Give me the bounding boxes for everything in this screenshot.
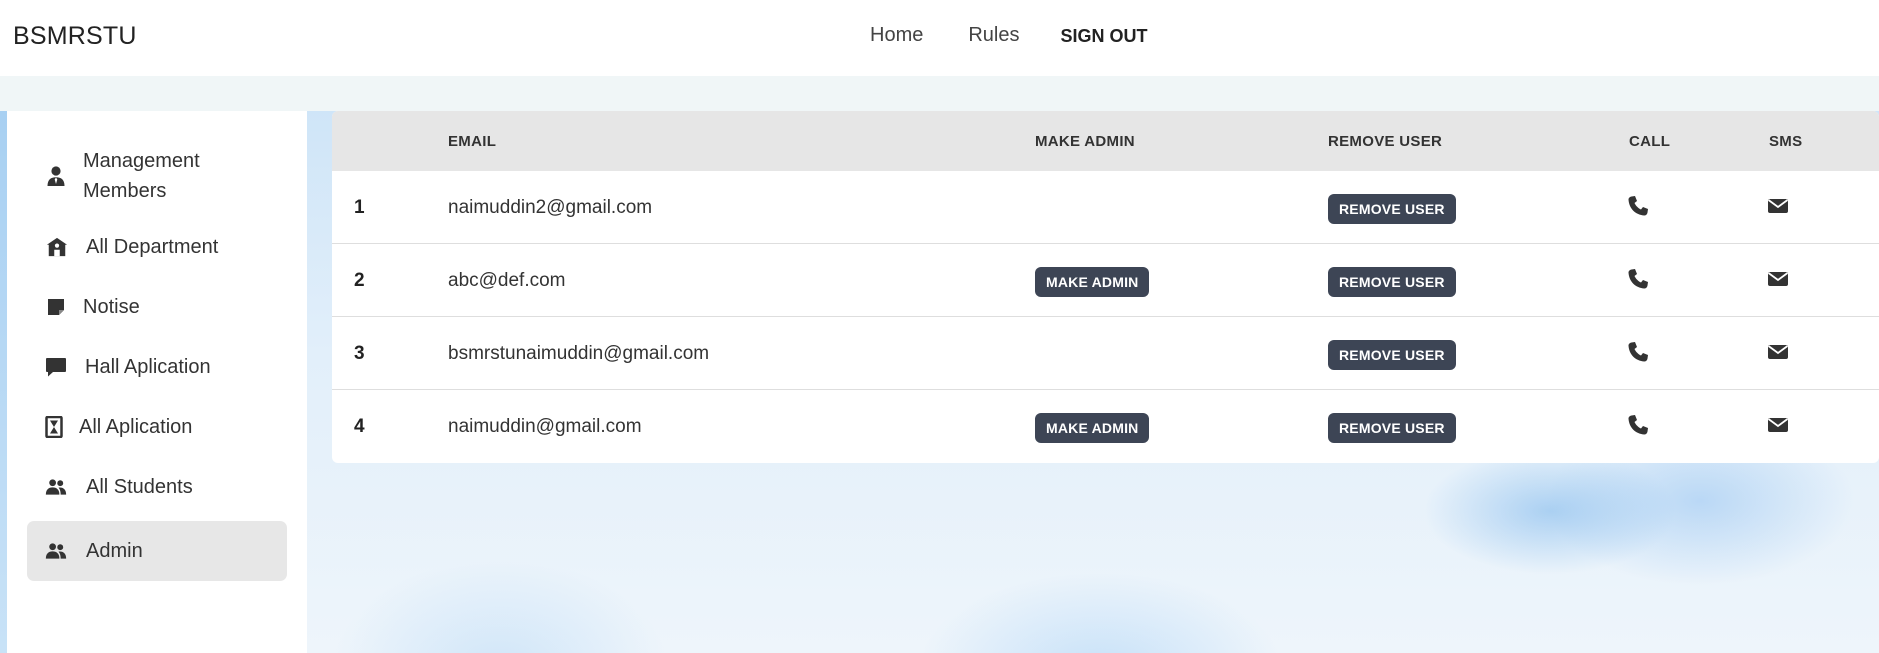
- sidebar-item-label: Management Members: [83, 150, 200, 202]
- sidebar: Management Members All Department Notise…: [7, 111, 307, 653]
- phone-icon[interactable]: [1627, 268, 1651, 292]
- phone-icon[interactable]: [1627, 195, 1651, 219]
- remove-user-button[interactable]: REMOVE USER: [1328, 413, 1456, 443]
- sidebar-item-notise[interactable]: Notise: [27, 292, 287, 322]
- table-header: EMAIL MAKE ADMIN REMOVE USER CALL SMS: [332, 111, 1879, 171]
- envelope-icon[interactable]: [1767, 195, 1791, 219]
- table-row: 3 bsmrstunaimuddin@gmail.com REMOVE USER: [332, 317, 1879, 390]
- sidebar-item-all-students[interactable]: All Students: [27, 472, 287, 502]
- phone-icon[interactable]: [1627, 341, 1651, 365]
- sidebar-item-label: Hall Aplication: [85, 356, 211, 378]
- table-row: 4 naimuddin@gmail.com MAKE ADMIN REMOVE …: [332, 390, 1879, 463]
- row-number: 2: [354, 270, 365, 291]
- users-icon: [45, 476, 67, 498]
- column-header-call: CALL: [1629, 133, 1671, 150]
- make-admin-button[interactable]: MAKE ADMIN: [1035, 267, 1150, 297]
- row-number: 1: [354, 197, 365, 218]
- row-email: bsmrstunaimuddin@gmail.com: [448, 343, 710, 364]
- brand-logo[interactable]: BSMRSTU: [13, 22, 137, 51]
- users-table: EMAIL MAKE ADMIN REMOVE USER CALL SMS 1 …: [332, 111, 1879, 463]
- remove-user-button[interactable]: REMOVE USER: [1328, 340, 1456, 370]
- phone-icon[interactable]: [1627, 414, 1651, 438]
- sidebar-item-label: All Students: [86, 476, 193, 498]
- sign-out-link[interactable]: SIGN OUT: [1061, 24, 1148, 47]
- sidebar-item-all-aplication[interactable]: All Aplication: [27, 412, 287, 442]
- sidebar-item-label: All Aplication: [79, 416, 193, 438]
- column-header-remove-user: REMOVE USER: [1328, 133, 1443, 150]
- remove-user-button[interactable]: REMOVE USER: [1328, 267, 1456, 297]
- column-header-email: EMAIL: [448, 133, 497, 150]
- school-icon: [46, 236, 68, 258]
- sidebar-item-label: Notise: [83, 296, 140, 318]
- nav-links: Home Rules SIGN OUT: [870, 24, 1148, 47]
- top-navbar: BSMRSTU Home Rules SIGN OUT: [0, 0, 1879, 76]
- remove-user-button[interactable]: REMOVE USER: [1328, 194, 1456, 224]
- row-email: naimuddin2@gmail.com: [448, 197, 653, 218]
- user-tie-icon: [45, 165, 67, 187]
- envelope-icon[interactable]: [1767, 268, 1791, 292]
- sub-header-bar: [0, 76, 1879, 111]
- sidebar-item-hall-aplication[interactable]: Hall Aplication: [27, 352, 287, 382]
- users-icon: [45, 540, 67, 562]
- table-row: 1 naimuddin2@gmail.com REMOVE USER: [332, 171, 1879, 244]
- envelope-icon[interactable]: [1767, 414, 1791, 438]
- row-number: 3: [354, 343, 365, 364]
- comment-icon: [45, 356, 67, 378]
- sidebar-item-label: Admin: [86, 540, 143, 562]
- row-email: naimuddin@gmail.com: [448, 416, 642, 437]
- column-header-sms: SMS: [1769, 133, 1803, 150]
- row-email: abc@def.com: [448, 270, 566, 291]
- table-row: 2 abc@def.com MAKE ADMIN REMOVE USER: [332, 244, 1879, 317]
- nav-rules-link[interactable]: Rules: [968, 24, 1019, 47]
- left-edge-strip: [0, 111, 7, 653]
- sidebar-item-admin[interactable]: Admin: [27, 521, 287, 581]
- sidebar-item-label: All Department: [86, 236, 219, 258]
- nav-home-link[interactable]: Home: [870, 24, 923, 47]
- hourglass-icon: [43, 416, 65, 438]
- row-number: 4: [354, 416, 365, 437]
- column-header-make-admin: MAKE ADMIN: [1035, 133, 1135, 150]
- sticky-note-icon: [45, 296, 67, 318]
- make-admin-button[interactable]: MAKE ADMIN: [1035, 413, 1150, 443]
- sidebar-item-all-department[interactable]: All Department: [27, 232, 287, 262]
- envelope-icon[interactable]: [1767, 341, 1791, 365]
- sidebar-item-management-members[interactable]: Management Members: [27, 146, 287, 206]
